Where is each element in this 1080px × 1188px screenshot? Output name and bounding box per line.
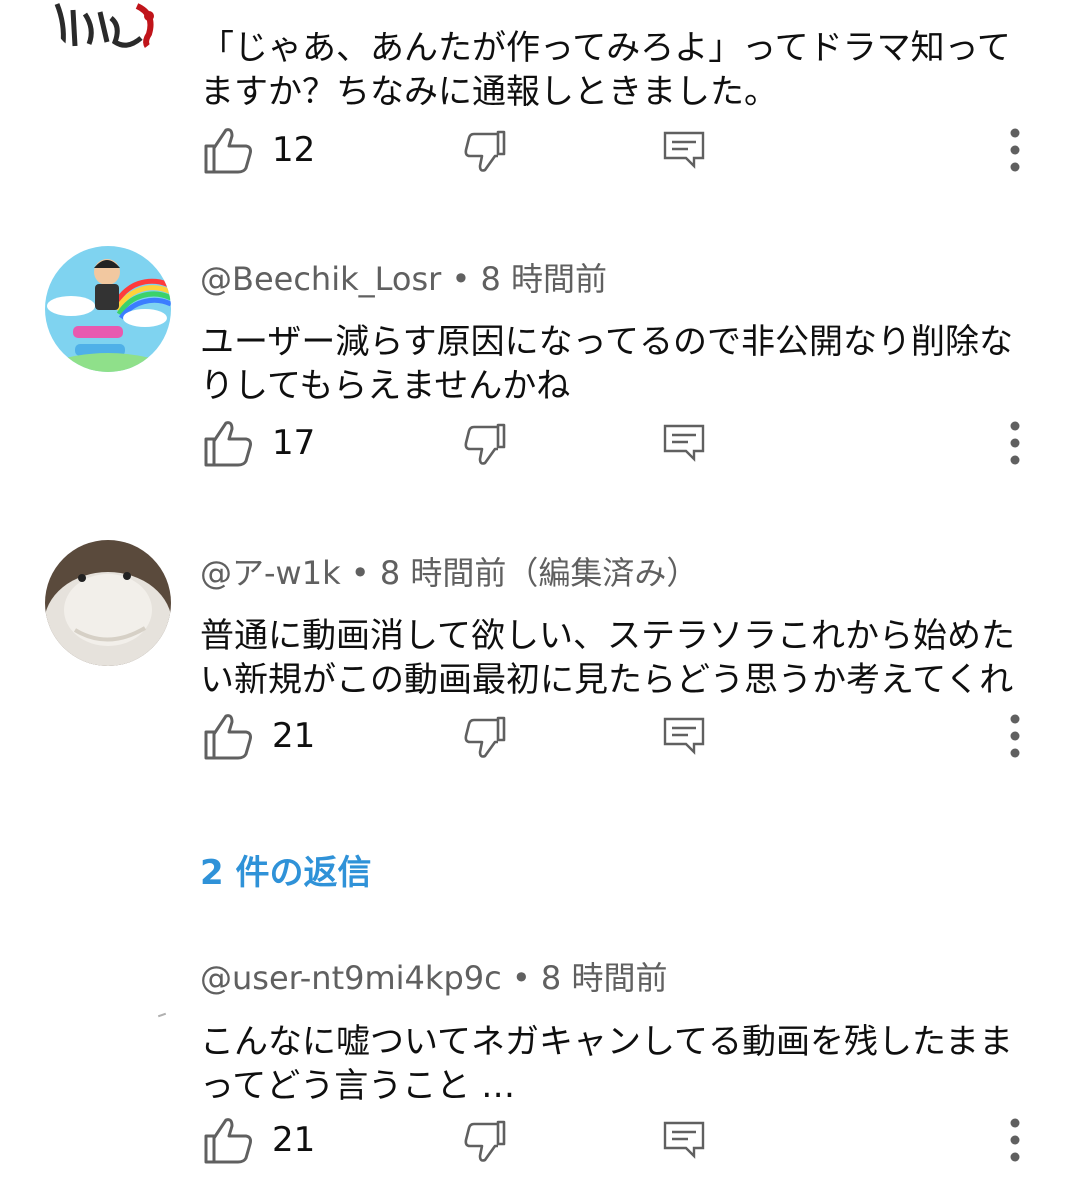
like-count: 21 [272,1120,316,1160]
thumb-up-icon [204,1118,252,1164]
reply-button[interactable] [662,413,706,473]
plush-avatar-image [45,540,171,666]
thumb-up-icon [204,421,252,467]
reply-icon [663,131,705,169]
meta-separator: • [441,260,481,298]
dislike-button[interactable] [462,706,510,766]
reply-button[interactable] [662,120,706,180]
more-vert-icon [1010,1118,1020,1162]
comment-actions: 12 [200,120,1040,180]
thumb-down-icon [464,130,506,172]
thumb-up-icon [204,128,252,174]
reply-icon [663,1121,705,1159]
author-name[interactable]: @user-nt9mi4kp9c [200,959,502,997]
dislike-button[interactable] [462,1110,510,1170]
like-count: 17 [272,423,316,463]
comment-time: 8 時間前（編集済み） [379,554,699,592]
like-button[interactable]: 12 [200,120,315,180]
meta-separator: • [340,554,380,592]
comment-meta: @Beechik_Losr • 8 時間前 [200,254,607,300]
comment-text: 普通に動画消して欲しい、ステラソラこれから始めたい新規がこの動画最初に見たらどう… [200,616,1015,700]
comment-meta: @ア-w1k • 8 時間前（編集済み） [200,548,698,594]
rainbow-avatar-image [45,246,171,372]
thumb-down-icon [464,1120,506,1162]
like-button[interactable]: 21 [200,706,315,766]
more-button[interactable] [1000,413,1030,473]
author-name[interactable]: @Beechik_Losr [200,260,441,298]
like-button[interactable]: 21 [200,1110,315,1170]
comment-actions: 21 [200,1110,1040,1170]
dislike-button[interactable] [462,120,510,180]
more-button[interactable] [1000,120,1030,180]
calligraphy-avatar-image [54,3,157,55]
comment-time: 8 時間前 [480,260,608,298]
reply-button[interactable] [662,706,706,766]
comment-text[interactable]: こんなに嘘ついてネガキャンしてる動画を残したままってどう言うこと … [200,1020,1030,1108]
avatar[interactable] [45,540,171,666]
more-button[interactable] [1000,1110,1030,1170]
comment-actions: 21 [200,706,1040,766]
view-replies-link[interactable]: 2 件の返信 [200,845,372,894]
comment-time: 8 時間前 [540,959,668,997]
meta-separator: • [501,959,541,997]
thumb-up-icon [204,714,252,760]
more-button[interactable] [1000,706,1030,766]
reply-icon [663,424,705,462]
more-vert-icon [1010,128,1020,172]
author-name[interactable]: @ア-w1k [200,554,341,592]
comment-text: 「じゃあ、あんたが作ってみろよ」ってドラマ知ってますか？ちなみに通報しときました… [200,28,1011,112]
avatar[interactable] [45,0,171,60]
comment-actions: 17 [200,413,1040,473]
comment-text: ユーザー減らす原因になってるので非公開なり削除なりしてもらえませんかね [200,322,1013,406]
more-vert-icon [1010,714,1020,758]
like-count: 21 [272,716,316,756]
dislike-button[interactable] [462,413,510,473]
avatar-placeholder [157,1012,167,1018]
comment-meta: @user-nt9mi4kp9c • 8 時間前 [200,953,667,999]
reply-icon [663,717,705,755]
like-button[interactable]: 17 [200,413,315,473]
reply-button[interactable] [662,1110,706,1170]
avatar[interactable] [45,246,171,372]
more-vert-icon [1010,421,1020,465]
thumb-down-icon [464,423,506,465]
thumb-down-icon [464,716,506,758]
like-count: 12 [272,130,316,170]
